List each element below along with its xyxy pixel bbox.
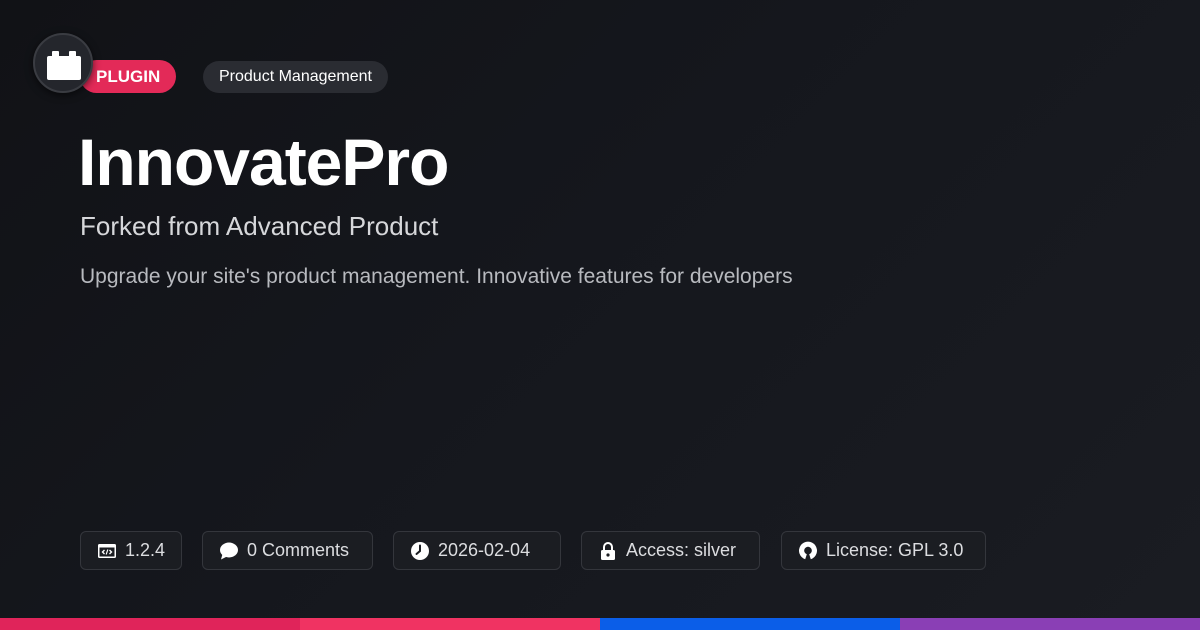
license-chip: License: GPL 3.0 [781,531,986,570]
accent-bar-segment [600,618,900,630]
version-label: 1.2.4 [125,540,166,560]
plugin-logo [33,33,93,93]
speech-bubble-icon [219,541,239,561]
category-badge[interactable]: Product Management [203,61,388,93]
date-label: 2026-02-04 [438,540,531,560]
access-chip: Access: silver [581,531,760,570]
access-label: Access: silver [626,540,737,560]
version-chip: 1.2.4 [80,531,182,570]
clock-icon [410,541,430,561]
accent-bar [0,618,1200,630]
comments-label: 0 Comments [247,540,350,560]
accent-bar-segment [0,618,300,630]
date-chip: 2026-02-04 [393,531,561,570]
code-window-icon [97,541,117,561]
description: Upgrade your site's product management. … [80,265,793,288]
accent-bar-segment [900,618,1200,630]
fork-subtitle: Forked from Advanced Product [80,211,439,241]
license-label: License: GPL 3.0 [826,540,964,560]
type-badge: PLUGIN [80,60,177,93]
page-title: InnovatePro [78,125,449,199]
lock-icon [598,541,618,561]
accent-bar-segment [300,618,600,630]
comments-chip[interactable]: 0 Comments [202,531,373,570]
open-source-icon [798,541,818,561]
